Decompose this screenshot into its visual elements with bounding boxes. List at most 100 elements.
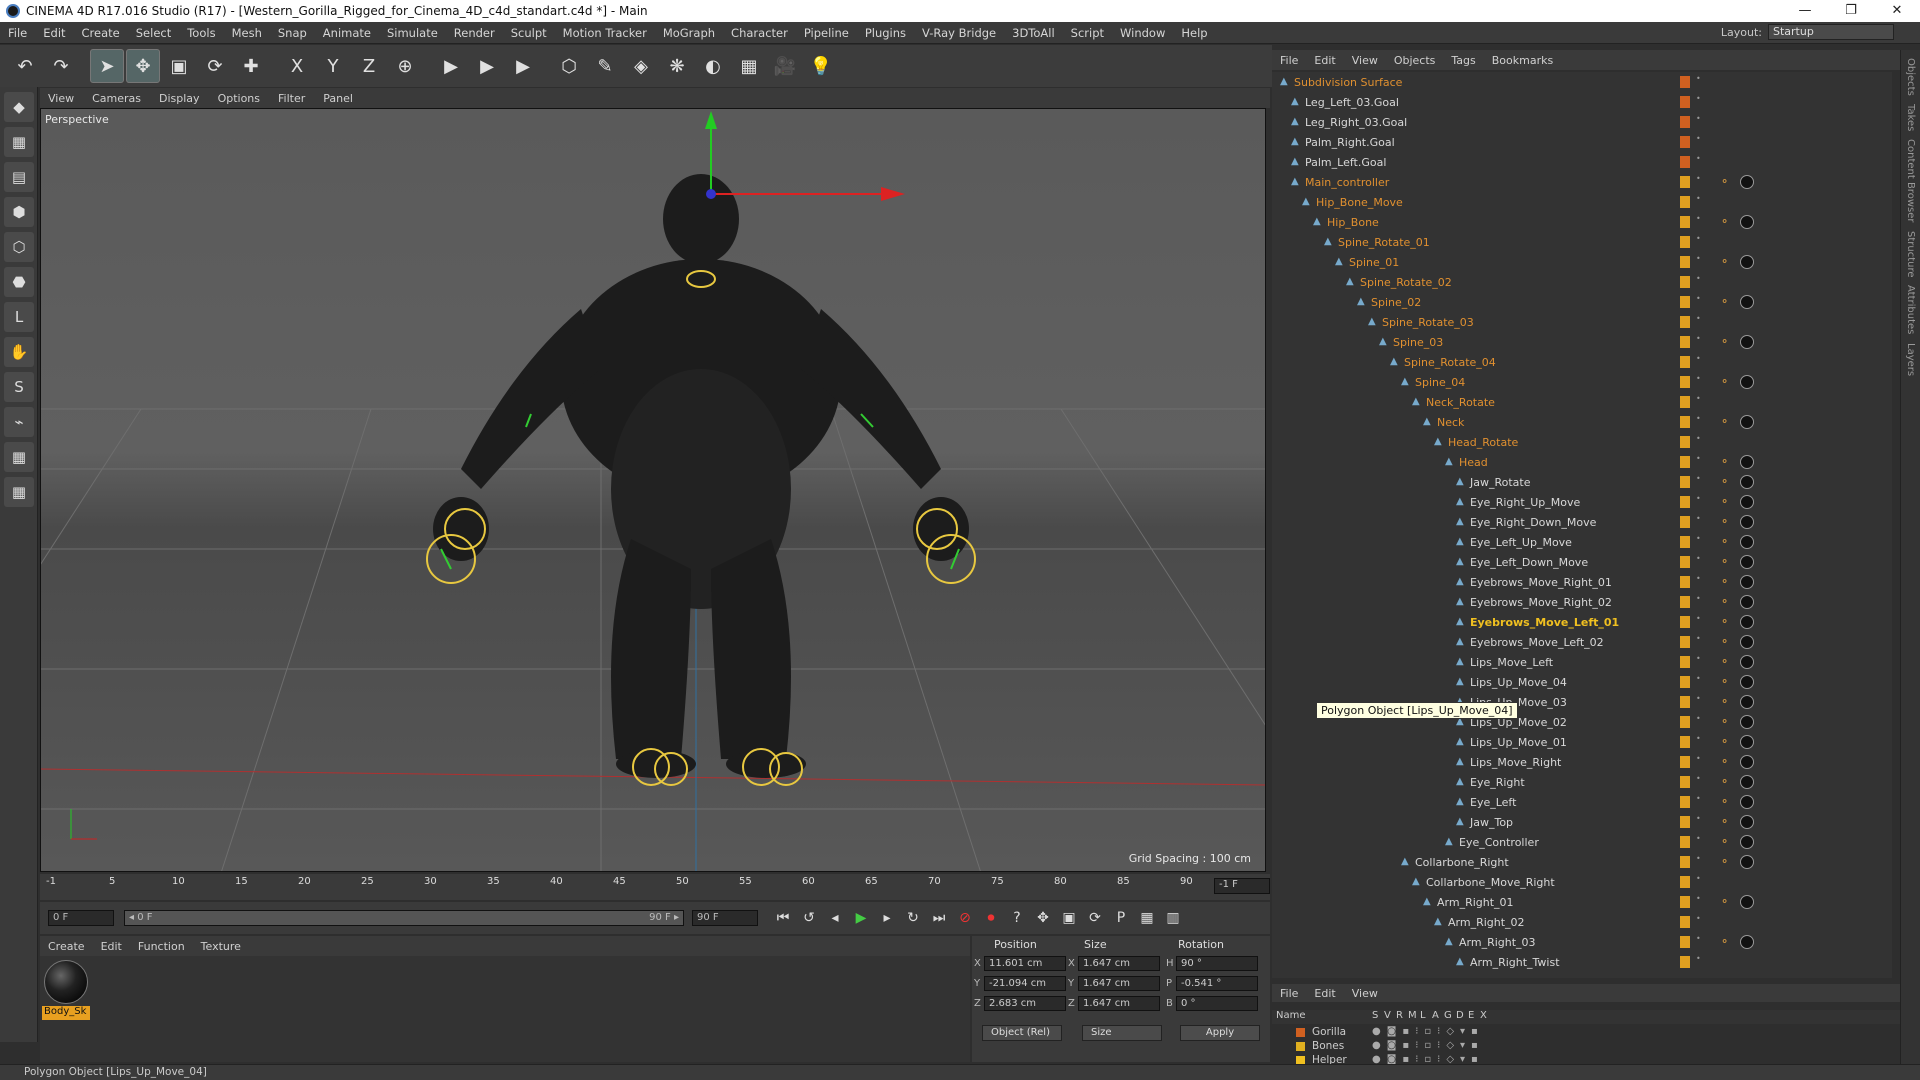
- layer-color-tag[interactable]: [1680, 836, 1690, 848]
- visibility-dots-icon[interactable]: •: [1696, 655, 1701, 668]
- coord-rot-field[interactable]: -0.541 °: [1176, 976, 1258, 991]
- layer-color-tag[interactable]: [1680, 756, 1690, 768]
- visibility-dots-icon[interactable]: •: [1696, 135, 1701, 148]
- object-row[interactable]: ▲ Collarbone_Right • ⚬: [1272, 852, 1892, 872]
- visibility-dots-icon[interactable]: •: [1696, 335, 1701, 348]
- material-tag-icon[interactable]: [1740, 895, 1754, 909]
- layer-color-tag[interactable]: [1680, 116, 1690, 128]
- layer-color-tag[interactable]: [1680, 96, 1690, 108]
- object-menu-bookmarks[interactable]: Bookmarks: [1484, 54, 1561, 67]
- material-tag-icon[interactable]: [1740, 635, 1754, 649]
- visibility-dots-icon[interactable]: •: [1696, 275, 1701, 288]
- visibility-dots-icon[interactable]: •: [1696, 375, 1701, 388]
- ik-tag-icon[interactable]: ⚬: [1720, 695, 1734, 709]
- layer-color-tag[interactable]: [1680, 276, 1690, 288]
- frame-range-slider[interactable]: ◂ 0 F 90 F ▸: [124, 910, 684, 926]
- coord-size-field[interactable]: 1.647 cm: [1078, 996, 1160, 1011]
- next-frame-icon[interactable]: ▸: [874, 906, 900, 930]
- ik-tag-icon[interactable]: ⚬: [1720, 815, 1734, 829]
- layer-color-tag[interactable]: [1680, 336, 1690, 348]
- visibility-dots-icon[interactable]: •: [1696, 475, 1701, 488]
- object-row[interactable]: ▲ Spine_04 • ⚬: [1272, 372, 1892, 392]
- object-row[interactable]: ▲ Spine_Rotate_04 •: [1272, 352, 1892, 372]
- texture-icon[interactable]: ▦: [4, 127, 34, 157]
- workplane-icon[interactable]: ▤: [4, 162, 34, 192]
- object-row[interactable]: ▲ Spine_Rotate_03 •: [1272, 312, 1892, 332]
- material-tag-icon[interactable]: [1740, 615, 1754, 629]
- cloner-icon[interactable]: ❋: [660, 49, 694, 83]
- visibility-dots-icon[interactable]: •: [1696, 835, 1701, 848]
- material-tag-icon[interactable]: [1740, 575, 1754, 589]
- menu-motion-tracker[interactable]: Motion Tracker: [555, 26, 655, 40]
- visibility-dots-icon[interactable]: •: [1696, 855, 1701, 868]
- material-tag-icon[interactable]: [1740, 715, 1754, 729]
- layer-color-tag[interactable]: [1680, 256, 1690, 268]
- material-menu-create[interactable]: Create: [40, 940, 93, 953]
- layer-color-tag[interactable]: [1680, 616, 1690, 628]
- move-plus-icon[interactable]: ✚: [234, 49, 268, 83]
- ik-tag-icon[interactable]: ⚬: [1720, 535, 1734, 549]
- object-row[interactable]: ▲ Subdivision Surface •: [1272, 72, 1892, 92]
- ik-tag-icon[interactable]: ⚬: [1720, 735, 1734, 749]
- material-name[interactable]: Body_Sk: [42, 1006, 90, 1020]
- ik-tag-icon[interactable]: ⚬: [1720, 175, 1734, 189]
- layer-toggle-icons[interactable]: ●◙▪⁝▫⁝◇▾▪: [1372, 1040, 1484, 1051]
- object-row[interactable]: ▲ Palm_Right.Goal •: [1272, 132, 1892, 152]
- object-row[interactable]: ▲ Lips_Up_Move_04 • ⚬: [1272, 672, 1892, 692]
- layer-color-tag[interactable]: [1680, 956, 1690, 968]
- snap-icon[interactable]: S: [4, 372, 34, 402]
- right-tab-takes[interactable]: Takes: [1905, 104, 1916, 131]
- object-menu-edit[interactable]: Edit: [1306, 54, 1343, 67]
- menu-v-ray-bridge[interactable]: V-Ray Bridge: [914, 26, 1004, 40]
- layer-color-tag[interactable]: [1680, 916, 1690, 928]
- layer-color-tag[interactable]: [1680, 716, 1690, 728]
- visibility-dots-icon[interactable]: •: [1696, 775, 1701, 788]
- object-row[interactable]: ▲ Eye_Right_Down_Move • ⚬: [1272, 512, 1892, 532]
- ik-tag-icon[interactable]: ⚬: [1720, 935, 1734, 949]
- layer-color-tag[interactable]: [1680, 476, 1690, 488]
- perspective-viewport[interactable]: Perspective Grid Spacing : 100 cm: [40, 108, 1266, 872]
- object-row[interactable]: ▲ Eye_Right • ⚬: [1272, 772, 1892, 792]
- object-row[interactable]: ▲ Head_Rotate •: [1272, 432, 1892, 452]
- coord-size-field[interactable]: 1.647 cm: [1078, 976, 1160, 991]
- material-tag-icon[interactable]: [1740, 415, 1754, 429]
- layer-color-tag[interactable]: [1680, 356, 1690, 368]
- layer-color-tag[interactable]: [1680, 936, 1690, 948]
- material-tag-icon[interactable]: [1740, 255, 1754, 269]
- layer-row[interactable]: Gorilla ●◙▪⁝▫⁝◇▾▪: [1272, 1026, 1900, 1040]
- coord-size-field[interactable]: 1.647 cm: [1078, 956, 1160, 971]
- select-icon[interactable]: ➤: [90, 49, 124, 83]
- tweak-icon[interactable]: ✋: [4, 337, 34, 367]
- param-key-icon[interactable]: P: [1108, 906, 1134, 930]
- visibility-dots-icon[interactable]: •: [1696, 115, 1701, 128]
- menu-select[interactable]: Select: [128, 26, 179, 40]
- material-tag-icon[interactable]: [1740, 855, 1754, 869]
- material-tag-icon[interactable]: [1740, 495, 1754, 509]
- z-axis-icon[interactable]: Z: [352, 49, 386, 83]
- right-tab-layers[interactable]: Layers: [1905, 343, 1916, 376]
- material-menu-texture[interactable]: Texture: [193, 940, 249, 953]
- object-row[interactable]: ▲ Jaw_Top • ⚬: [1272, 812, 1892, 832]
- ik-tag-icon[interactable]: ⚬: [1720, 415, 1734, 429]
- layer-color-tag[interactable]: [1680, 196, 1690, 208]
- object-row[interactable]: ▲ Hip_Bone • ⚬: [1272, 212, 1892, 232]
- menu-tools[interactable]: Tools: [179, 26, 223, 40]
- visibility-dots-icon[interactable]: •: [1696, 255, 1701, 268]
- object-row[interactable]: ▲ Lips_Move_Left • ⚬: [1272, 652, 1892, 672]
- layer-color-tag[interactable]: [1680, 896, 1690, 908]
- visibility-dots-icon[interactable]: •: [1696, 575, 1701, 588]
- object-menu-tags[interactable]: Tags: [1443, 54, 1483, 67]
- material-tag-icon[interactable]: [1740, 595, 1754, 609]
- visibility-dots-icon[interactable]: •: [1696, 435, 1701, 448]
- visibility-dots-icon[interactable]: •: [1696, 355, 1701, 368]
- layer-color-tag[interactable]: [1680, 436, 1690, 448]
- next-key-icon[interactable]: ↻: [900, 906, 926, 930]
- object-row[interactable]: ▲ Main_controller • ⚬: [1272, 172, 1892, 192]
- menu-mograph[interactable]: MoGraph: [655, 26, 723, 40]
- layer-color-tag[interactable]: [1680, 556, 1690, 568]
- viewport-menu-view[interactable]: View: [40, 92, 82, 105]
- visibility-dots-icon[interactable]: •: [1696, 695, 1701, 708]
- right-tab-structure[interactable]: Structure: [1905, 231, 1916, 278]
- ik-tag-icon[interactable]: ⚬: [1720, 455, 1734, 469]
- viewport-menu-filter[interactable]: Filter: [270, 92, 313, 105]
